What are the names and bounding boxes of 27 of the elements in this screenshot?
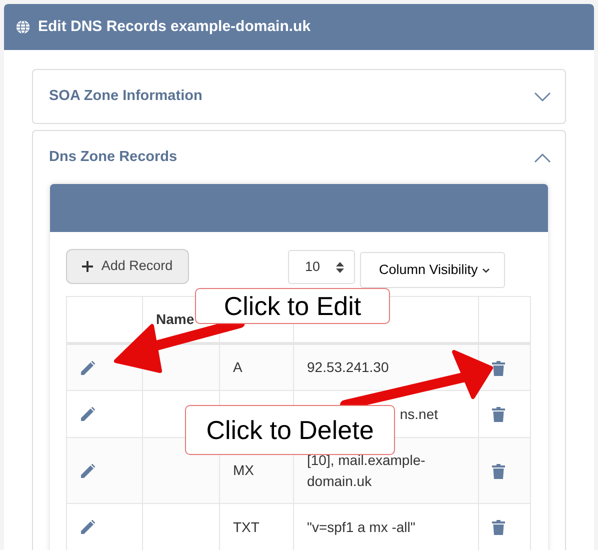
callout: Click to Edit	[195, 288, 390, 324]
trash-icon[interactable]	[492, 407, 505, 422]
record-data: "v=spf1 a mx -all"	[307, 518, 416, 534]
globe-icon	[16, 20, 30, 34]
record-type: TXT	[233, 518, 260, 534]
column-header[interactable]: Name	[156, 311, 194, 327]
caret-icon	[482, 268, 490, 272]
page-size-select[interactable]: 10	[288, 250, 355, 284]
edit-icon[interactable]	[80, 407, 95, 422]
edit-icon[interactable]	[80, 360, 95, 376]
edit-icon[interactable]	[80, 520, 95, 536]
add-record-button[interactable]: Add Record	[66, 249, 189, 284]
trash-icon[interactable]	[492, 520, 505, 536]
sort-arrows-icon	[336, 262, 344, 272]
trash-icon[interactable]	[492, 360, 505, 376]
trash-icon[interactable]	[492, 464, 505, 479]
edit-icon[interactable]	[80, 464, 95, 479]
accordion-header[interactable]: SOA Zone Information	[33, 70, 565, 123]
callout: Click to Delete	[185, 405, 395, 455]
record-type: MX	[233, 462, 254, 478]
plus-icon	[82, 261, 94, 272]
column-visibility-button[interactable]: Column Visibility	[360, 252, 505, 288]
page-title: Edit DNS Records example-domain.uk	[38, 16, 311, 37]
record-data: ns.net	[400, 406, 438, 422]
record-data: 92.53.241.30	[307, 359, 389, 375]
accordion-header[interactable]: Dns Zone Records	[33, 131, 565, 184]
record-type: A	[233, 359, 242, 375]
